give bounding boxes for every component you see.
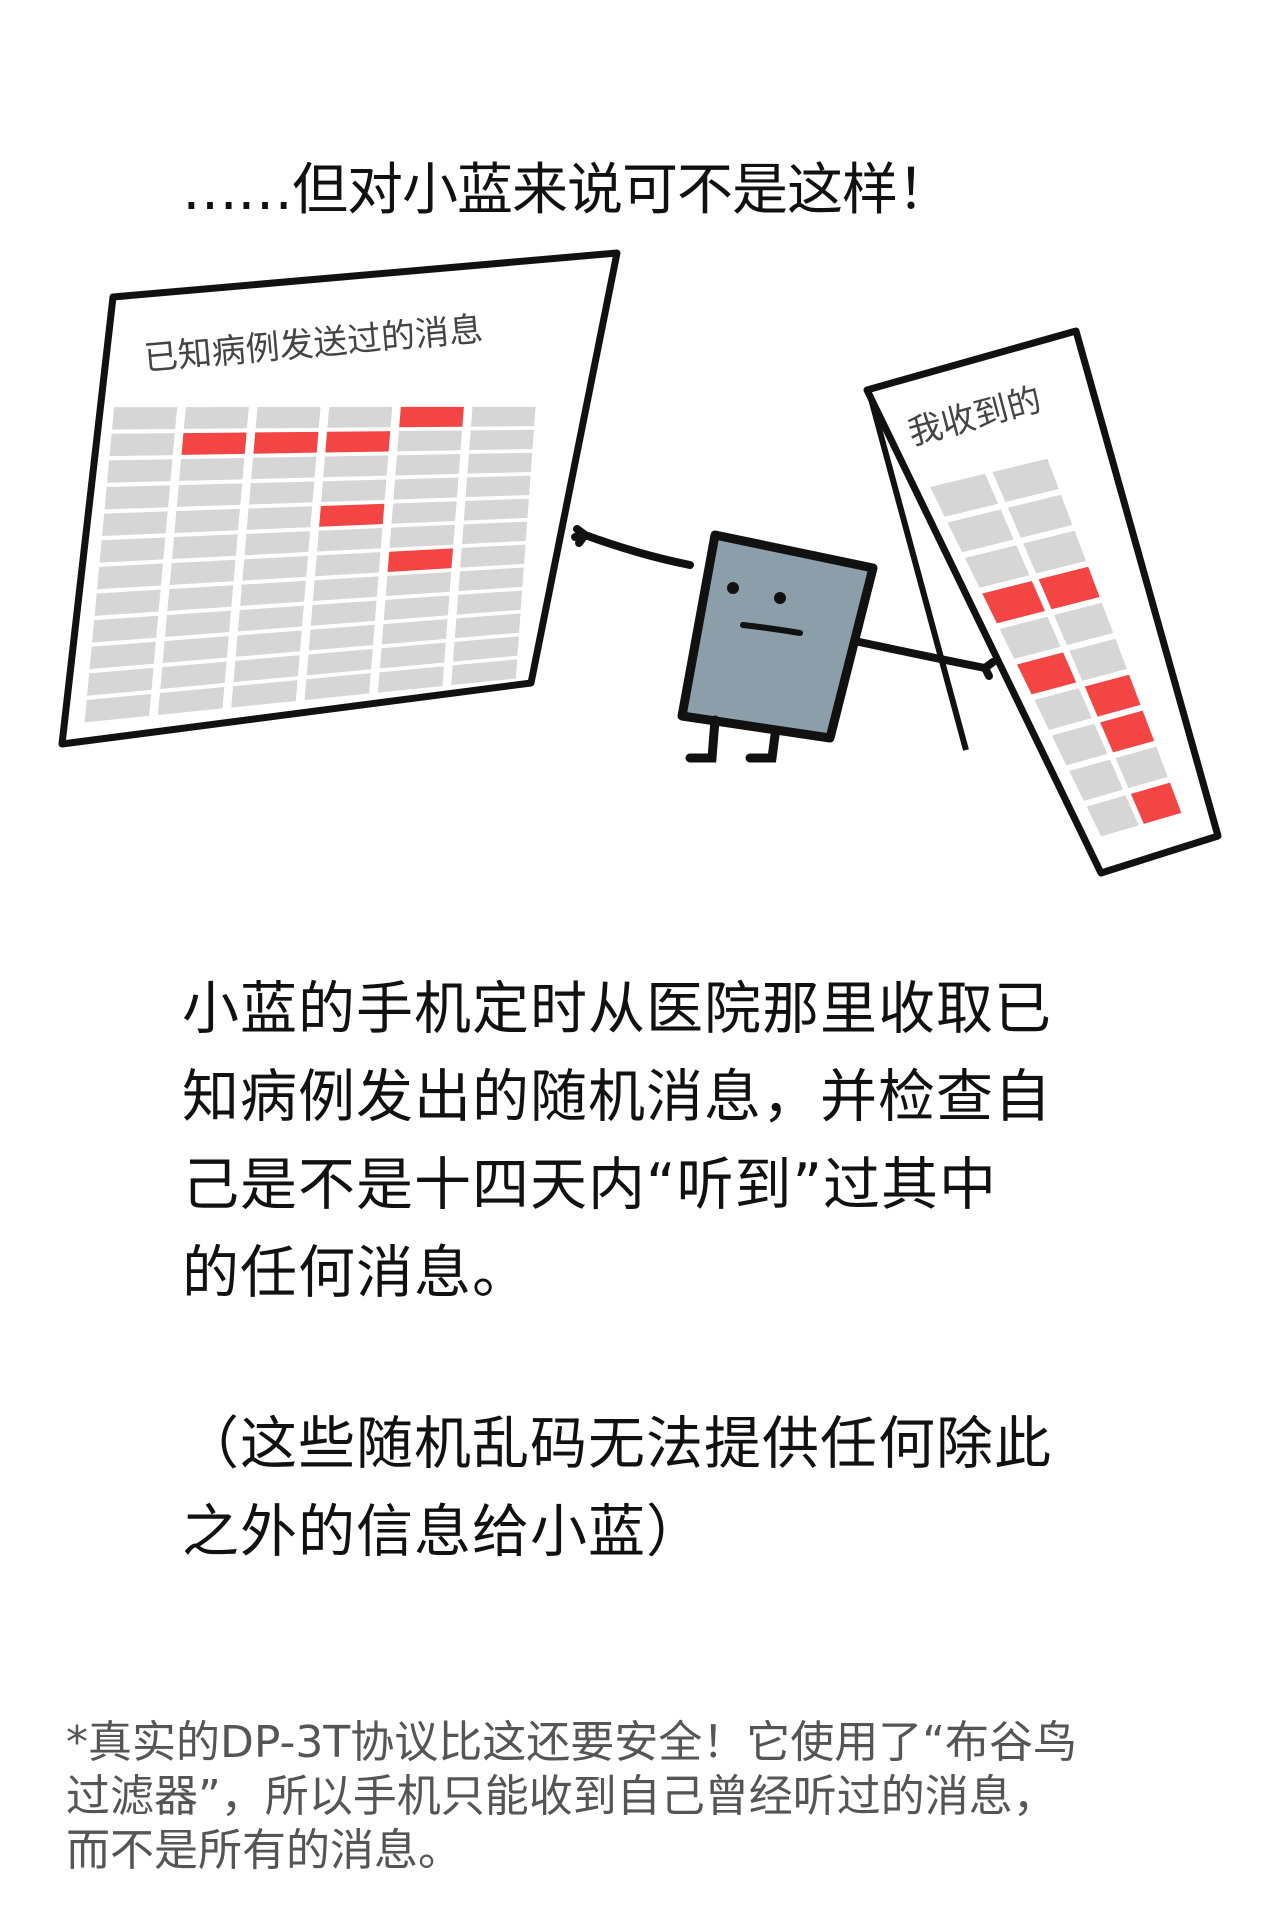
highlighted-cell: [387, 548, 454, 572]
grid-cell: [169, 559, 236, 585]
grid-cell: [104, 485, 171, 510]
paragraph-main: 小蓝的手机定时从医院那里收取已 知病例发出的随机消息，并检查自 己是不是十四天内…: [182, 965, 1102, 1317]
known-cases-sheet: 已知病例发送过的消息: [58, 249, 621, 748]
grid-cell: [389, 524, 455, 548]
highlighted-cell: [181, 432, 247, 455]
grid-cell: [179, 457, 245, 481]
grid-cell: [107, 459, 173, 483]
grid-cell: [172, 534, 238, 559]
grid-cell: [460, 544, 526, 568]
highlighted-cell: [325, 431, 391, 453]
grid-cell: [174, 508, 240, 533]
text-line: 己是不是十四天内“听到”过其中: [182, 1152, 998, 1218]
grid-cell: [248, 481, 315, 505]
grid-cell: [244, 531, 311, 556]
paragraph-note: （这些随机乱码无法提供任何除此 之外的信息给小蓝）: [182, 1400, 1102, 1576]
text-line: 的任何消息。: [182, 1240, 530, 1306]
footnote-line: 过滤器”，所以手机只能收到自己曾经听过的消息，: [66, 1771, 1057, 1822]
phone-character: [571, 525, 997, 763]
grid-cell: [97, 563, 163, 590]
text-line: （这些随机乱码无法提供任何除此: [182, 1411, 1052, 1477]
illustration: 已知病例发送过的消息 我收到的: [58, 249, 1222, 877]
grid-cell: [183, 407, 249, 429]
highlighted-cell: [399, 406, 464, 428]
received-sheet: 我收到的: [863, 327, 1222, 877]
grid-cell: [470, 406, 536, 427]
grid-cell: [321, 479, 387, 503]
grid-cell: [323, 455, 389, 478]
grid-cell: [109, 433, 175, 457]
grid-cell: [167, 585, 234, 611]
grid-cell: [242, 555, 308, 581]
grid-cell: [246, 506, 313, 530]
grid-cell: [397, 430, 463, 452]
grid-cell: [314, 552, 381, 577]
grid-cell: [255, 406, 321, 429]
grid-cell: [391, 501, 457, 524]
text-line: 知病例发出的随机消息，并检查自: [182, 1064, 1052, 1130]
grid-cell: [469, 429, 534, 451]
text-line: 之外的信息给小蓝）: [182, 1499, 704, 1565]
footnote: *真实的DP-3T协议比这还要安全！它使用了“布谷鸟 过滤器”，所以手机只能收到…: [66, 1716, 1246, 1878]
grid-cell: [395, 454, 461, 476]
footnote-line: 而不是所有的消息。: [66, 1825, 462, 1876]
grid-cell: [176, 483, 243, 507]
grid-cell: [465, 475, 531, 498]
grid-cell: [94, 589, 161, 616]
text-line: 小蓝的手机定时从医院那里收取已: [182, 976, 1052, 1042]
grid-cell: [463, 498, 529, 521]
grid-cell: [393, 477, 459, 500]
grid-cell: [102, 511, 168, 537]
grid-cell: [461, 521, 528, 545]
grid-cell: [327, 406, 393, 428]
highlighted-cell: [253, 431, 319, 454]
highlighted-cell: [319, 503, 385, 527]
grid-cell: [467, 452, 533, 474]
grid-cell: [112, 407, 178, 430]
grid-cell: [317, 527, 383, 552]
grid-cell: [99, 537, 166, 563]
grid-cell: [251, 456, 317, 480]
footnote-line: *真实的DP-3T协议比这还要安全！它使用了“布谷鸟: [66, 1717, 1077, 1768]
